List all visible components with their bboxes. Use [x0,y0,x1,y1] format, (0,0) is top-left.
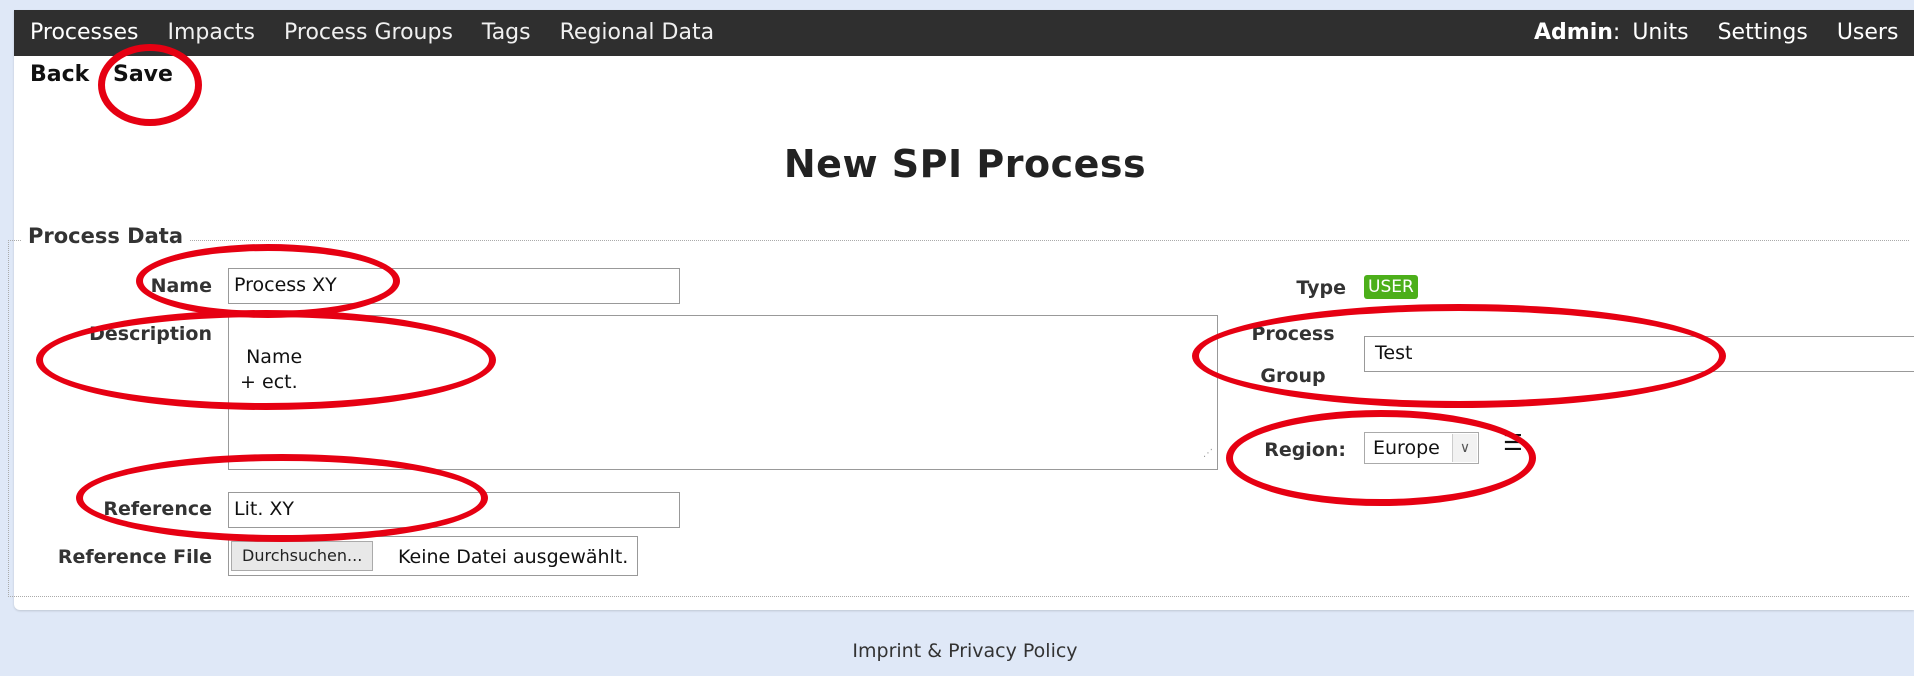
top-strip [0,0,1914,10]
nav-item-process-groups[interactable]: Process Groups [284,10,453,56]
resize-grip-icon[interactable]: ⋰ [1203,441,1213,466]
nav-item-units[interactable]: Units [1632,10,1688,56]
annotation-ring-save [98,44,202,126]
admin-colon: : [1612,20,1621,45]
annotation-ring-name [136,244,400,318]
footer-link[interactable]: Imprint & Privacy Policy [0,640,1914,662]
file-status-text: Keine Datei ausgewählt. [398,546,629,568]
reference-file-label: Reference File [57,546,212,568]
top-navbar: Processes Impacts Process Groups Tags Re… [14,10,1914,56]
nav-item-regional-data[interactable]: Regional Data [560,10,714,56]
back-button[interactable]: Back [30,62,89,87]
type-badge: USER [1364,275,1418,299]
nav-item-settings[interactable]: Settings [1718,10,1808,56]
admin-label: Admin [1534,20,1613,45]
type-label: Type [1296,277,1346,299]
nav-item-users[interactable]: Users [1837,10,1899,56]
annotation-ring-reference [76,454,488,542]
annotation-ring-region [1226,410,1536,506]
fieldset-legend: Process Data [22,224,189,248]
nav-item-tags[interactable]: Tags [482,10,531,56]
annotation-ring-process-group [1192,304,1726,408]
browse-button[interactable]: Durchsuchen... [231,541,374,571]
admin-nav: Admin : Units Settings Users [1534,10,1914,56]
annotation-ring-description [36,310,496,410]
page-title: New SPI Process [783,142,1147,186]
nav-item-impacts[interactable]: Impacts [167,10,255,56]
